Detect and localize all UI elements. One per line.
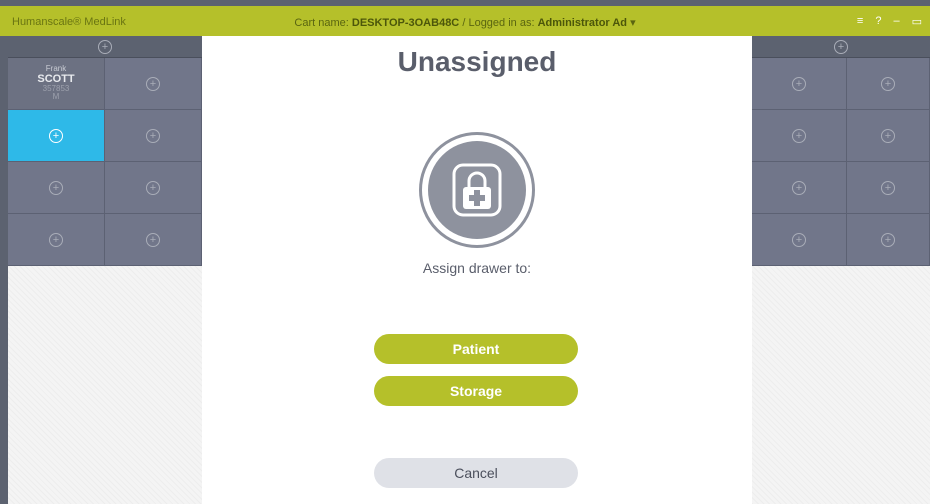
assign-drawer-label: Assign drawer to: <box>422 260 532 276</box>
drawer-cell[interactable]: + <box>847 162 930 214</box>
plus-circle-icon: + <box>881 232 895 247</box>
drawer-cell[interactable]: + <box>847 214 930 266</box>
drawer-cell[interactable]: + <box>105 214 202 266</box>
assign-storage-button[interactable]: Storage <box>374 376 578 406</box>
drawer-cell[interactable]: + <box>8 214 105 266</box>
plus-circle-icon: + <box>146 232 160 247</box>
plus-circle-icon: + <box>792 232 806 247</box>
plus-circle-icon: + <box>792 128 806 143</box>
left-drawer-panel: + Frank SCOTT 357853 M + + + + + + + <box>8 36 202 504</box>
separator: / <box>462 17 466 29</box>
plus-circle-icon[interactable]: + <box>834 39 848 54</box>
right-drawer-panel: + + + + + + + + + <box>752 36 930 504</box>
plus-circle-icon: + <box>146 180 160 195</box>
plus-circle-icon: + <box>49 232 63 247</box>
user-name: Administrator Ad <box>537 17 628 29</box>
lock-medical-icon <box>419 132 535 248</box>
assign-patient-button[interactable]: Patient <box>374 334 578 364</box>
menu-icon[interactable]: ≡ <box>857 15 863 28</box>
panel-header: + <box>8 36 202 58</box>
plus-circle-icon: + <box>881 180 895 195</box>
plus-circle-icon: + <box>49 128 63 143</box>
logged-in-label: Logged in as: <box>468 17 535 29</box>
panel-header: + <box>752 36 930 58</box>
cart-name: DESKTOP-3OAB48C <box>351 17 460 29</box>
drawer-cell[interactable]: + <box>752 110 847 162</box>
drawer-cell[interactable]: + <box>847 58 930 110</box>
drawer-cell[interactable]: + <box>752 214 847 266</box>
lock-icon <box>452 163 502 217</box>
drawer-cell[interactable]: + <box>105 110 202 162</box>
plus-circle-icon: + <box>49 180 63 195</box>
patient-sex: M <box>52 92 60 102</box>
user-menu[interactable]: Administrator Ad ▾ <box>538 17 636 29</box>
title-bar: Humanscale® MedLink Cart name: DESKTOP-3… <box>0 0 930 36</box>
drawer-cell[interactable]: + <box>752 162 847 214</box>
drawer-cell-patient[interactable]: Frank SCOTT 357853 M <box>8 58 105 110</box>
window-controls: ≡ ? – ▭ <box>857 15 922 28</box>
drawer-cell[interactable]: + <box>105 58 202 110</box>
drawer-cell-selected[interactable]: + <box>8 110 105 162</box>
chevron-down-icon: ▾ <box>630 17 636 29</box>
plus-circle-icon[interactable]: + <box>98 39 112 54</box>
help-icon[interactable]: ? <box>875 15 881 28</box>
session-info: Cart name: DESKTOP-3OAB48C / Logged in a… <box>0 16 930 29</box>
plus-circle-icon: + <box>881 128 895 143</box>
minimize-icon[interactable]: – <box>893 15 899 28</box>
drawer-grid: + + + + + + + + <box>752 58 930 266</box>
drawer-grid: Frank SCOTT 357853 M + + + + + + + <box>8 58 202 266</box>
cancel-button[interactable]: Cancel <box>374 458 578 488</box>
drawer-cell[interactable]: + <box>752 58 847 110</box>
cart-label: Cart name: <box>294 17 349 29</box>
drawer-cell[interactable]: + <box>847 110 930 162</box>
plus-circle-icon: + <box>881 76 895 91</box>
assign-drawer-dialog: Unassigned Assign drawer to: Patient Sto… <box>202 36 752 504</box>
plus-circle-icon: + <box>146 128 160 143</box>
plus-circle-icon: + <box>792 180 806 195</box>
drawer-cell[interactable]: + <box>105 162 202 214</box>
maximize-icon[interactable]: ▭ <box>912 15 922 28</box>
drawer-cell[interactable]: + <box>8 162 105 214</box>
plus-circle-icon: + <box>146 76 160 91</box>
plus-circle-icon: + <box>792 76 806 91</box>
dialog-title: Unassigned <box>397 46 557 77</box>
